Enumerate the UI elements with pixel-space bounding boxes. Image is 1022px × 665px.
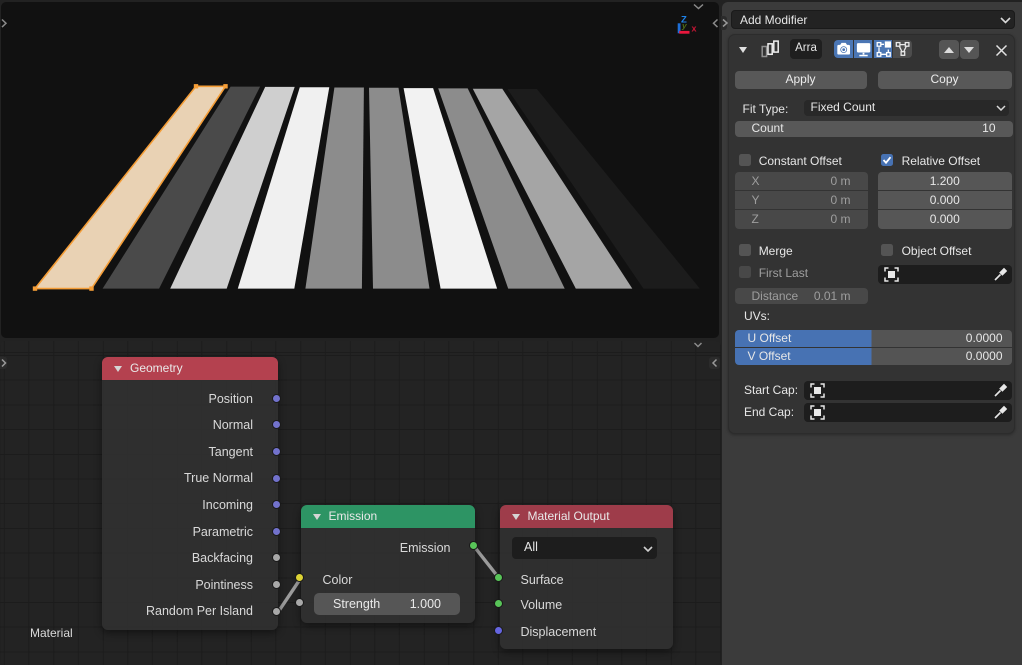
svg-text:x: x bbox=[692, 24, 697, 34]
svg-text:y: y bbox=[681, 21, 688, 31]
